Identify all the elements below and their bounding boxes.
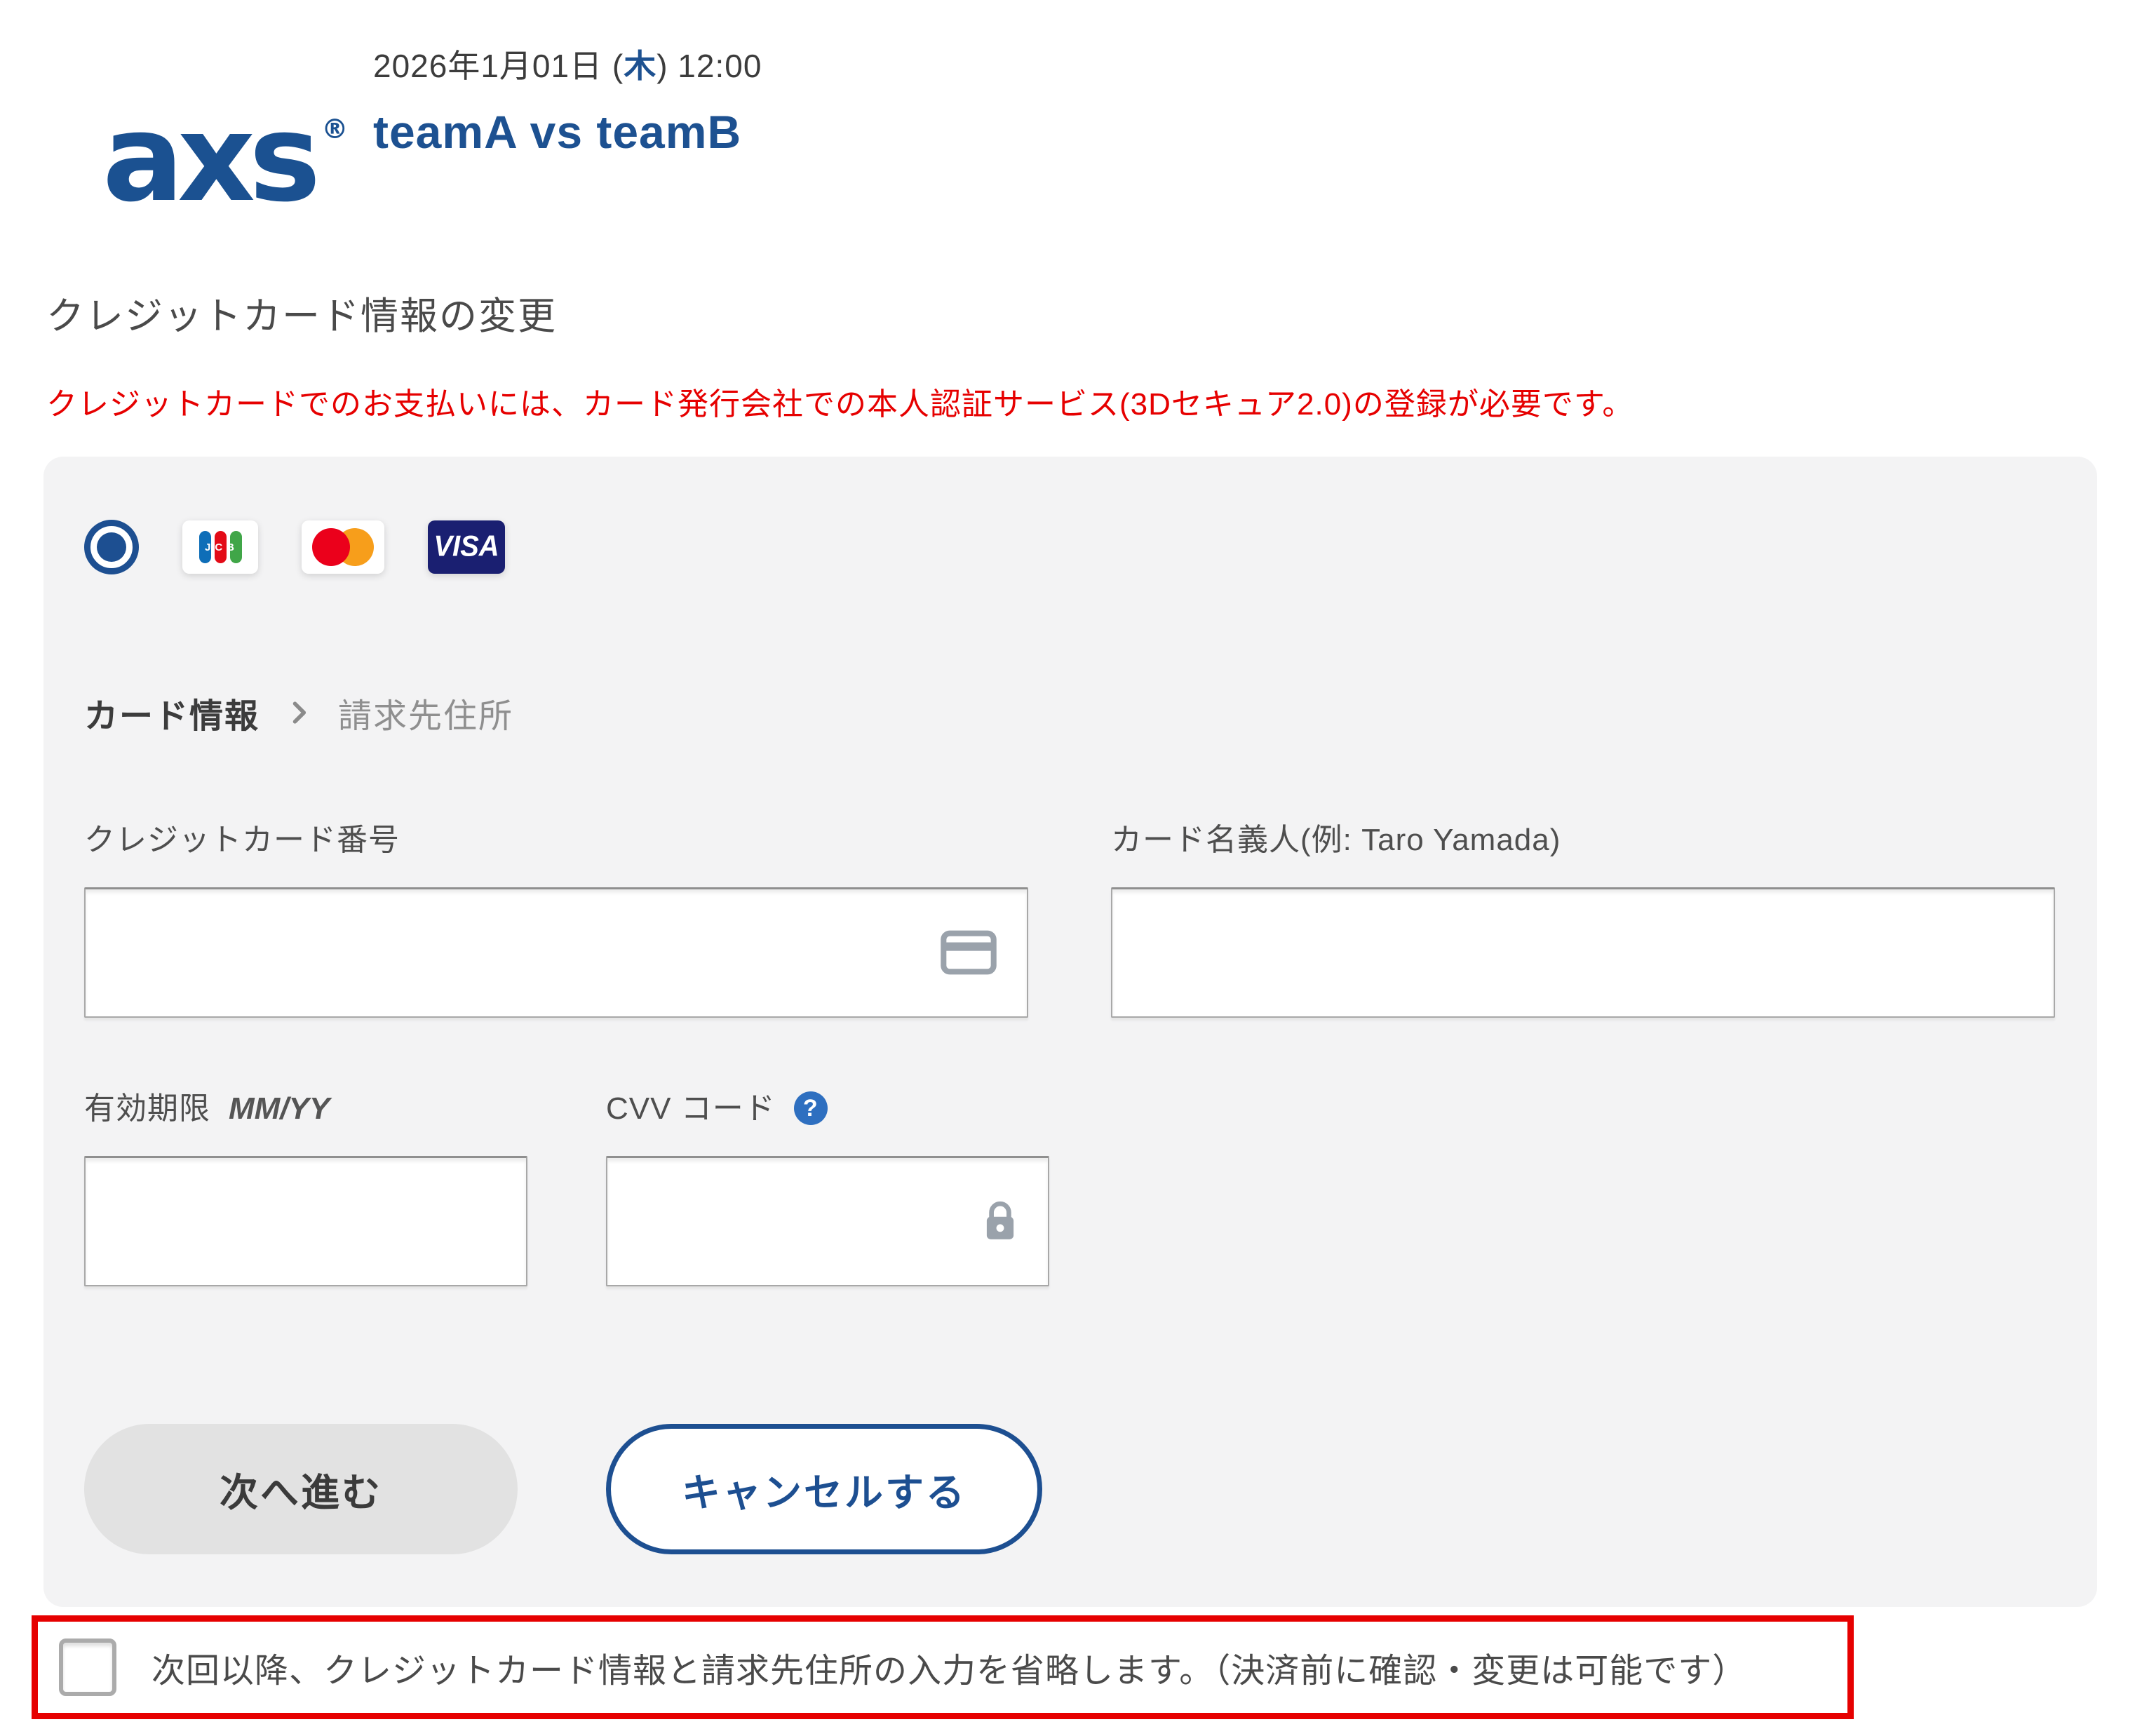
chevron-right-icon [283,697,314,728]
mastercard-circles [312,528,374,566]
axs-logo-text: axs [102,88,314,229]
credit-card-radio[interactable] [84,520,139,574]
card-holder-label: カード名義人(例: Taro Yamada) [1111,822,2055,858]
expiry-input[interactable] [84,1156,527,1286]
cancel-button[interactable]: キャンセルする [606,1424,1042,1554]
form-row-1: クレジットカード番号 カード名義人(例: Taro Yamada) [84,822,2055,1018]
visa-icon: VISA [428,520,505,574]
visa-label: VISA [433,530,499,563]
jcb-label: JCB [199,541,242,553]
breadcrumb-step-billing-address: 請求先住所 [338,688,513,737]
expiry-label: 有効期限 MM/YY [84,1091,527,1126]
payment-method-row: JCB VISA [84,520,2055,574]
action-buttons: 次へ進む キャンセルする [84,1424,2055,1554]
credit-card-icon [940,930,997,975]
credit-card-panel: JCB VISA カード情報 請求先住所 クレジットカード番号 [43,457,2097,1607]
card-number-input[interactable] [84,887,1028,1018]
save-option-label: 次回以降、クレジットカード情報と請求先住所の入力を省略します。（決済前に確認・変… [151,1643,1746,1692]
breadcrumb-step-card-info: カード情報 [84,688,260,737]
cvv-label: CVV コード? [606,1091,1049,1126]
expiry-wrap [84,1156,527,1286]
cvv-group: CVV コード? [606,1091,1049,1286]
next-button[interactable]: 次へ進む [84,1424,518,1554]
jcb-icon: JCB [182,520,258,574]
cvv-label-text: CVV コード [606,1091,776,1126]
page-title: クレジットカード情報の変更 [46,295,2135,338]
event-date-prefix: 2026年1月01日 ( [373,48,624,84]
save-checkbox[interactable] [59,1639,116,1696]
lock-icon [982,1199,1018,1243]
axs-logo: axs® [102,98,341,219]
mastercard-red-circle [312,528,350,566]
registered-mark: ® [321,114,348,144]
expiry-group: 有効期限 MM/YY [84,1091,527,1286]
event-weekday: 木 [624,48,656,84]
cvv-wrap [606,1156,1049,1286]
card-number-label: クレジットカード番号 [84,822,1028,858]
jcb-stripes: JCB [199,531,242,563]
expiry-label-text: 有効期限 [84,1091,210,1126]
event-date: 2026年1月01日 (木) 12:00 [373,41,762,87]
help-icon[interactable]: ? [794,1091,828,1125]
card-holder-group: カード名義人(例: Taro Yamada) [1111,822,2055,1018]
radio-selected-dot [97,532,126,562]
card-holder-input[interactable] [1111,887,2055,1018]
form-row-2: 有効期限 MM/YY CVV コード? [84,1091,2055,1286]
breadcrumb: カード情報 請求先住所 [84,694,2055,732]
card-holder-wrap [1111,887,2055,1018]
expiry-format: MM/YY [229,1091,330,1126]
event-info: 2026年1月01日 (木) 12:00 teamA vs teamB [373,41,762,159]
card-number-group: クレジットカード番号 [84,822,1028,1018]
event-date-suffix: ) 12:00 [656,48,762,84]
event-title: teamA vs teamB [373,105,762,159]
save-option-bar: 次回以降、クレジットカード情報と請求先住所の入力を省略します。（決済前に確認・変… [32,1615,1854,1719]
mastercard-icon [302,520,384,574]
3d-secure-notice: クレジットカードでのお支払いには、カード発行会社での本人認証サービス(3Dセキュ… [46,387,2135,423]
header: axs® 2026年1月01日 (木) 12:00 teamA vs teamB [0,0,2135,295]
card-number-wrap [84,887,1028,1018]
